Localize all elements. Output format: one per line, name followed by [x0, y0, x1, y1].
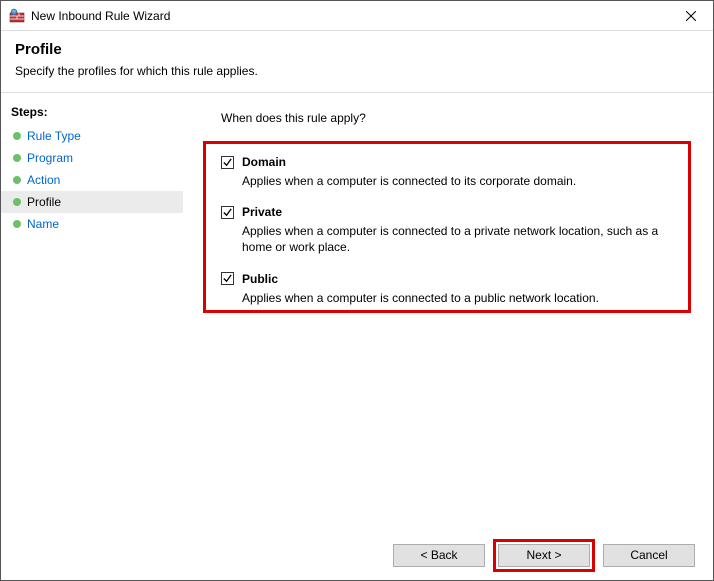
step-bullet-icon	[13, 132, 21, 140]
annotation-highlight-next: Next >	[493, 539, 595, 572]
window-title: New Inbound Rule Wizard	[31, 9, 668, 23]
steps-sidebar: Steps: Rule Type Program Action Profile …	[1, 93, 183, 530]
page-title: Profile	[15, 41, 699, 58]
back-button[interactable]: < Back	[393, 544, 485, 567]
wizard-footer: < Back Next > Cancel	[1, 530, 713, 580]
profile-name: Public	[242, 272, 278, 286]
step-label: Program	[27, 151, 73, 165]
step-label: Name	[27, 217, 59, 231]
close-icon	[686, 11, 696, 21]
check-icon	[222, 273, 233, 284]
page-subtitle: Specify the profiles for which this rule…	[15, 64, 699, 78]
steps-heading: Steps:	[1, 101, 183, 125]
domain-checkbox[interactable]	[221, 156, 234, 169]
profile-description: Applies when a computer is connected to …	[242, 173, 672, 189]
step-program[interactable]: Program	[1, 147, 183, 169]
public-checkbox[interactable]	[221, 272, 234, 285]
private-checkbox[interactable]	[221, 206, 234, 219]
profiles-group: Domain Applies when a computer is connec…	[221, 155, 691, 306]
step-bullet-icon	[13, 198, 21, 206]
step-rule-type[interactable]: Rule Type	[1, 125, 183, 147]
wizard-body: Steps: Rule Type Program Action Profile …	[1, 92, 713, 530]
step-label: Rule Type	[27, 129, 81, 143]
wizard-window: New Inbound Rule Wizard Profile Specify …	[0, 0, 714, 581]
firewall-icon	[9, 8, 25, 24]
titlebar: New Inbound Rule Wizard	[1, 1, 713, 31]
next-button[interactable]: Next >	[498, 544, 590, 567]
step-bullet-icon	[13, 154, 21, 162]
profile-private: Private Applies when a computer is conne…	[221, 205, 691, 255]
step-bullet-icon	[13, 176, 21, 184]
profile-domain: Domain Applies when a computer is connec…	[221, 155, 691, 189]
cancel-button[interactable]: Cancel	[603, 544, 695, 567]
profile-name: Domain	[242, 155, 286, 169]
profile-name: Private	[242, 205, 282, 219]
step-profile[interactable]: Profile	[1, 191, 183, 213]
step-action[interactable]: Action	[1, 169, 183, 191]
page-header: Profile Specify the profiles for which t…	[1, 31, 713, 92]
check-icon	[222, 157, 233, 168]
step-name[interactable]: Name	[1, 213, 183, 235]
step-label: Profile	[27, 195, 61, 209]
profile-public: Public Applies when a computer is connec…	[221, 272, 691, 306]
close-button[interactable]	[668, 1, 713, 31]
content-prompt: When does this rule apply?	[221, 111, 691, 125]
check-icon	[222, 207, 233, 218]
profile-description: Applies when a computer is connected to …	[242, 290, 672, 306]
content-area: When does this rule apply? Domain Applie…	[183, 93, 713, 530]
step-label: Action	[27, 173, 60, 187]
profile-description: Applies when a computer is connected to …	[242, 223, 672, 255]
step-bullet-icon	[13, 220, 21, 228]
